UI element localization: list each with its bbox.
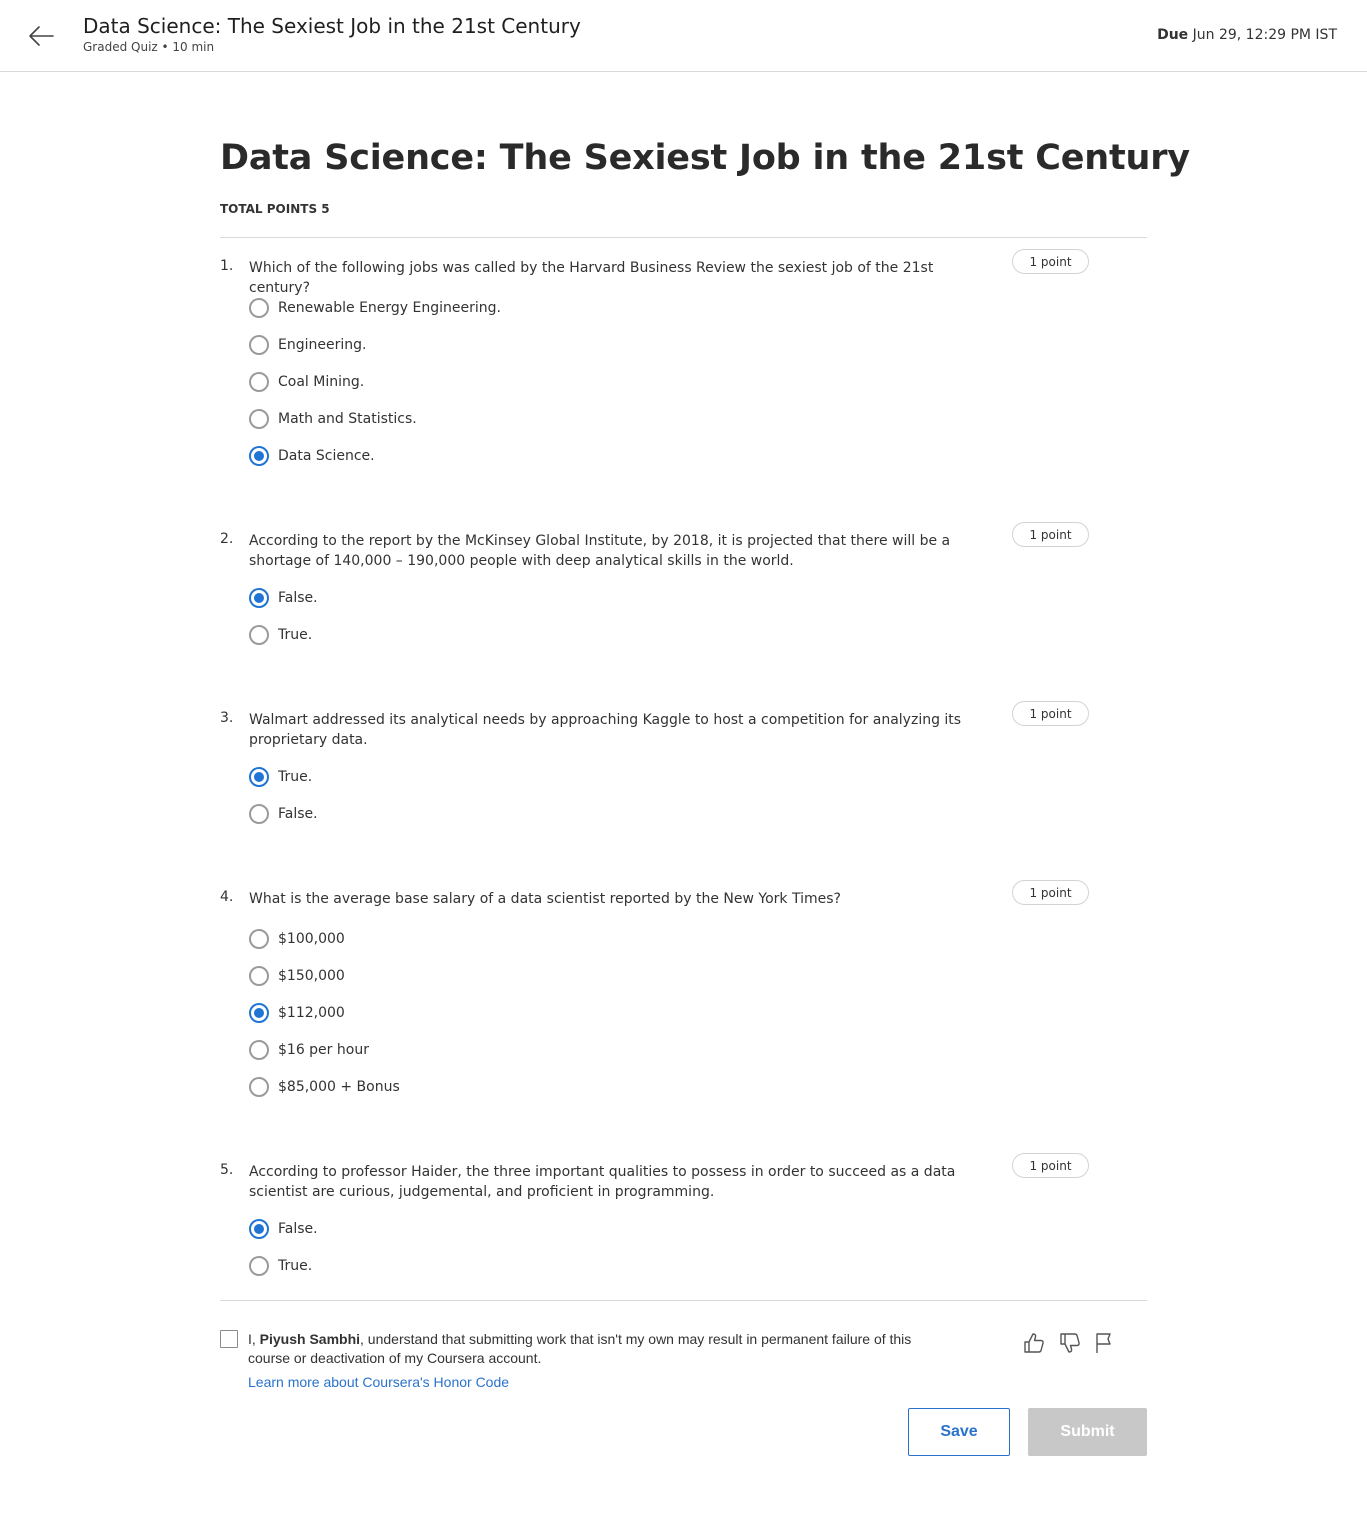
question-number: 3.: [220, 710, 234, 726]
answer-label: False.: [278, 590, 318, 606]
header-title: Data Science: The Sexiest Job in the 21s…: [83, 14, 581, 38]
answer-option[interactable]: Engineering.: [249, 334, 366, 356]
divider: [220, 1300, 1147, 1301]
answer-option[interactable]: False.: [249, 1218, 318, 1240]
radio-button[interactable]: [249, 372, 269, 392]
radio-button-selected[interactable]: [249, 588, 269, 608]
back-arrow-icon[interactable]: [26, 21, 56, 51]
radio-button-selected[interactable]: [249, 1219, 269, 1239]
radio-button[interactable]: [249, 1256, 269, 1276]
answer-option[interactable]: Coal Mining.: [249, 371, 364, 393]
answer-option[interactable]: True.: [249, 624, 312, 646]
radio-button[interactable]: [249, 1040, 269, 1060]
thumbs-down-icon[interactable]: [1058, 1330, 1082, 1356]
answer-label: $100,000: [278, 931, 345, 947]
question-text: What is the average base salary of a dat…: [249, 891, 841, 907]
answer-label: Math and Statistics.: [278, 411, 417, 427]
answer-label: True.: [278, 1258, 313, 1274]
answer-option[interactable]: $85,000 + Bonus: [249, 1076, 400, 1098]
question-text: According to professor Haider, the three…: [249, 1164, 956, 1200]
due-value: Jun 29, 12:29 PM IST: [1192, 27, 1337, 43]
answer-label: False.: [278, 806, 318, 822]
points-badge: 1 point: [1012, 249, 1089, 274]
answer-option[interactable]: Math and Statistics.: [249, 408, 417, 430]
honor-code-statement: I, Piyush Sambhi, understand that submit…: [248, 1330, 928, 1368]
answer-label: True.: [278, 769, 313, 785]
answer-label: $112,000: [278, 1005, 345, 1021]
submit-button[interactable]: Submit: [1028, 1408, 1147, 1456]
answer-label: Renewable Energy Engineering.: [278, 300, 501, 316]
header-subtitle: Graded Quiz • 10 min: [83, 40, 215, 54]
answer-option[interactable]: $100,000: [249, 928, 345, 950]
radio-button[interactable]: [249, 298, 269, 318]
total-points: TOTAL POINTS 5: [220, 202, 330, 216]
page-title: Data Science: The Sexiest Job in the 21s…: [220, 138, 1190, 178]
question-text: According to the report by the McKinsey …: [249, 533, 951, 569]
honor-prefix: I,: [248, 1331, 260, 1347]
due-label: Due: [1157, 27, 1189, 43]
radio-button-selected[interactable]: [249, 767, 269, 787]
question-number: 5.: [220, 1162, 234, 1178]
honor-code-checkbox[interactable]: [220, 1330, 238, 1348]
answer-option[interactable]: $112,000: [249, 1002, 345, 1024]
question-number: 4.: [220, 889, 234, 905]
answer-label: $16 per hour: [278, 1042, 369, 1058]
radio-button[interactable]: [249, 409, 269, 429]
answer-option[interactable]: $16 per hour: [249, 1039, 369, 1061]
divider: [220, 237, 1147, 238]
question-text: Walmart addressed its analytical needs b…: [249, 712, 962, 748]
answer-option[interactable]: False.: [249, 803, 318, 825]
question-number: 2.: [220, 531, 234, 547]
answer-option[interactable]: Data Science.: [249, 445, 375, 467]
radio-button[interactable]: [249, 929, 269, 949]
points-badge: 1 point: [1012, 522, 1089, 547]
points-badge: 1 point: [1012, 880, 1089, 905]
radio-button[interactable]: [249, 966, 269, 986]
answer-label: False.: [278, 1221, 318, 1237]
due-date: Due Jun 29, 12:29 PM IST: [1157, 27, 1337, 43]
answer-label: True.: [278, 627, 313, 643]
question-number: 1.: [220, 258, 234, 274]
answer-option[interactable]: Renewable Energy Engineering.: [249, 297, 501, 319]
answer-label: $150,000: [278, 968, 345, 984]
points-badge: 1 point: [1012, 701, 1089, 726]
radio-button[interactable]: [249, 804, 269, 824]
radio-button[interactable]: [249, 625, 269, 645]
save-button[interactable]: Save: [908, 1408, 1010, 1456]
radio-button-selected[interactable]: [249, 446, 269, 466]
radio-button-selected[interactable]: [249, 1003, 269, 1023]
flag-icon[interactable]: [1092, 1330, 1116, 1356]
answer-option[interactable]: True.: [249, 766, 312, 788]
points-badge: 1 point: [1012, 1153, 1089, 1178]
answer-label: Coal Mining.: [278, 374, 365, 390]
radio-button[interactable]: [249, 1077, 269, 1097]
answer-option[interactable]: True.: [249, 1255, 312, 1277]
question-text: Which of the following jobs was called b…: [249, 260, 934, 296]
radio-button[interactable]: [249, 335, 269, 355]
answer-label: Engineering.: [278, 337, 367, 353]
answer-option[interactable]: False.: [249, 587, 318, 609]
top-bar: Data Science: The Sexiest Job in the 21s…: [0, 0, 1367, 72]
honor-name: Piyush Sambhi: [259, 1331, 361, 1347]
thumbs-up-icon[interactable]: [1022, 1330, 1046, 1356]
answer-label: $85,000 + Bonus: [278, 1079, 400, 1095]
answer-label: Data Science.: [278, 448, 375, 464]
honor-code-link[interactable]: Learn more about Coursera's Honor Code: [248, 1374, 509, 1390]
answer-option[interactable]: $150,000: [249, 965, 345, 987]
